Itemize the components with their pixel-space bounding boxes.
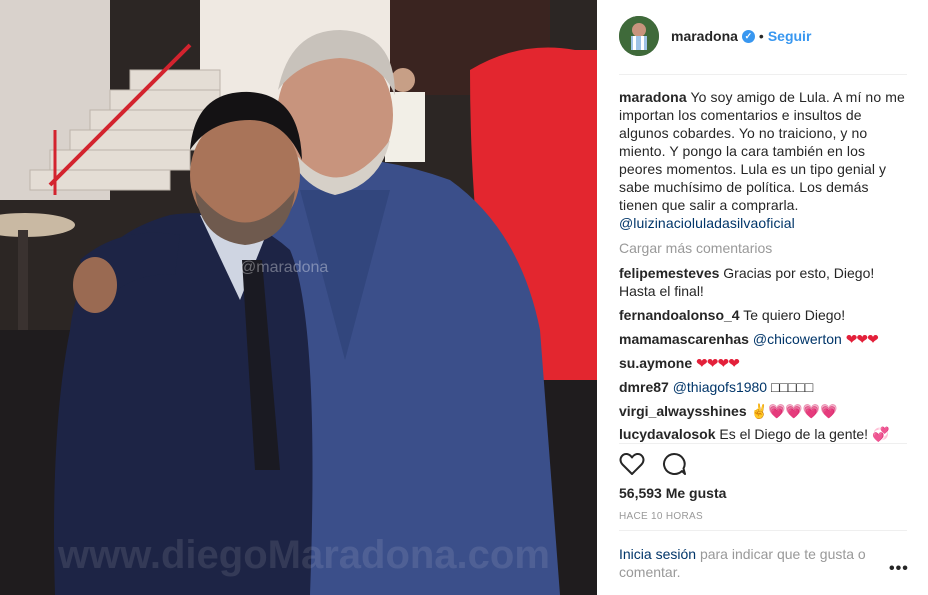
photo-illustration: @maradona www.diegoMaradona.com: [0, 0, 597, 595]
sparkling-heart-emoji-icon: 💞: [871, 426, 890, 442]
caption-username[interactable]: maradona: [619, 89, 687, 105]
more-options-icon[interactable]: •••: [889, 560, 909, 578]
like-count[interactable]: 56,593 Me gusta: [619, 485, 726, 501]
comment-item: fernandoalonso_4 Te quiero Diego!: [619, 306, 909, 324]
login-prompt: Inicia sesión para indicar que te gusta …: [619, 545, 889, 581]
comment-text: Te quiero Diego!: [743, 307, 846, 323]
post-sidebar: maradona ✓ • Seguir maradona Yo soy amig…: [597, 0, 928, 595]
verified-badge-icon: ✓: [741, 29, 755, 43]
comment-item: dmre87 @thiagofs1980 □□□□□: [619, 378, 909, 396]
post-actions: [619, 452, 687, 481]
avatar-image: [619, 16, 659, 56]
comment-item: lucydavalosok Es el Diego de la gente! 💞: [619, 425, 909, 443]
post-header: maradona ✓ • Seguir: [619, 14, 907, 58]
watermark-big: www.diegoMaradona.com: [57, 533, 550, 577]
follow-button[interactable]: Seguir: [768, 28, 812, 44]
comment-username[interactable]: felipemesteves: [619, 265, 719, 281]
separator-dot: •: [758, 28, 764, 44]
comment-item: mamamascarenhas @chicowerton ❤❤❤: [619, 330, 909, 348]
comment-bubble-icon[interactable]: [661, 452, 687, 481]
comment-text: Es el Diego de la gente!: [719, 426, 869, 442]
header-divider: [619, 74, 907, 75]
post-caption: maradona Yo soy amigo de Lula. A mí no m…: [619, 88, 909, 232]
login-link[interactable]: Inicia sesión: [619, 546, 696, 562]
comment-username[interactable]: lucydavalosok: [619, 426, 716, 442]
comment-text: □□□□□: [770, 379, 814, 395]
victory-hearts-emoji-icon: ✌💗💗💗💗: [750, 403, 838, 419]
timestamp[interactable]: HACE 10 HORAS: [619, 511, 703, 522]
heart-outline-icon[interactable]: [619, 452, 645, 481]
comment-username[interactable]: dmre87: [619, 379, 669, 395]
post-photo[interactable]: @maradona www.diegoMaradona.com: [0, 0, 597, 595]
comment-username[interactable]: virgi_alwaysshines: [619, 403, 747, 419]
watermark-small: @maradona: [240, 259, 328, 276]
load-more-comments[interactable]: Cargar más comentarios: [619, 240, 772, 256]
comment-username[interactable]: fernandoalonso_4: [619, 307, 740, 323]
comment-item: virgi_alwaysshines ✌💗💗💗💗: [619, 402, 909, 420]
heart-emoji-icon: ❤❤❤❤: [696, 355, 740, 371]
comment-item: felipemesteves Gracias por esto, Diego! …: [619, 264, 909, 300]
comment-item-clipped: lucydavalosok Es el Diego de la gente! 💞: [619, 421, 909, 443]
comment-username[interactable]: mamamascarenhas: [619, 331, 749, 347]
comments-list: felipemesteves Gracias por esto, Diego! …: [619, 264, 909, 426]
comment-item: su.aymone ❤❤❤❤: [619, 354, 909, 372]
comment-mention[interactable]: @chicowerton: [753, 331, 842, 347]
comment-username[interactable]: su.aymone: [619, 355, 692, 371]
username[interactable]: maradona: [671, 28, 738, 44]
avatar[interactable]: [619, 16, 659, 56]
comment-mention[interactable]: @thiagofs1980: [673, 379, 767, 395]
footer-divider: [619, 530, 907, 531]
heart-emoji-icon: ❤❤❤: [845, 331, 879, 347]
caption-text: Yo soy amigo de Lula. A mí no me importa…: [619, 89, 905, 213]
actions-divider: [619, 443, 907, 444]
caption-mention[interactable]: @luizinacioluladasilvaoficial: [619, 215, 795, 231]
